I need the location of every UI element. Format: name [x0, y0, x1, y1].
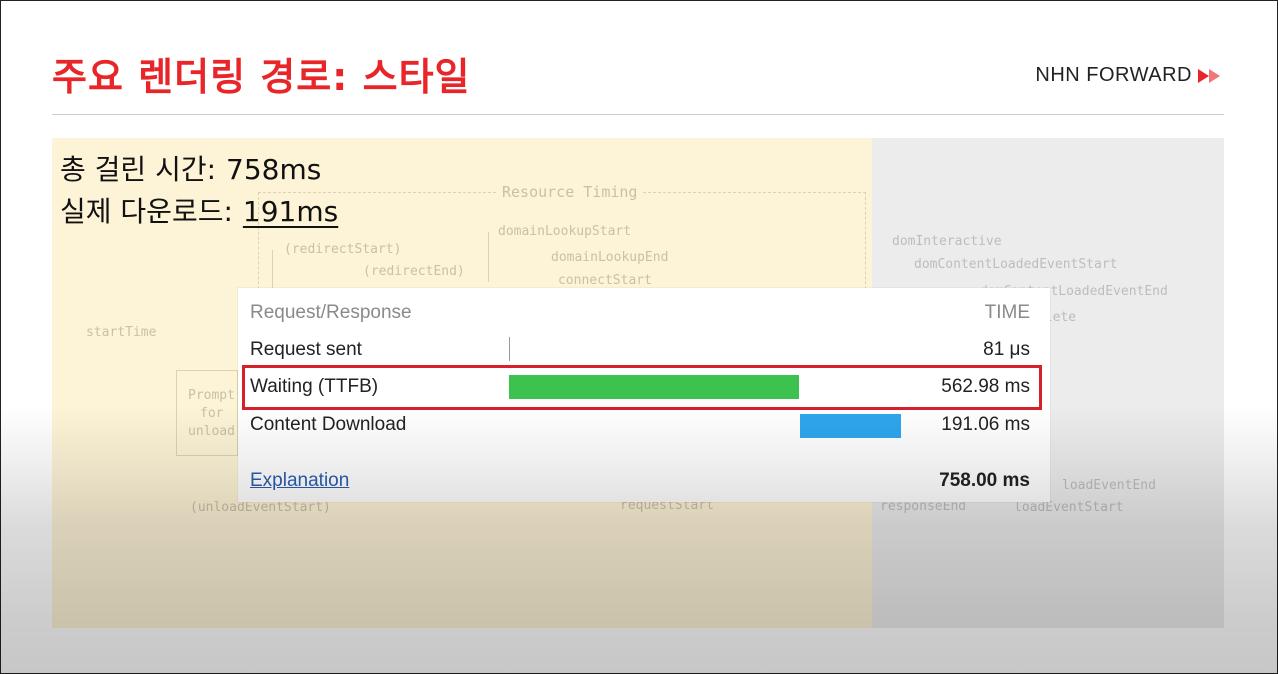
timing-row-value: 81 μs: [983, 339, 1030, 360]
request-sent-tick: [509, 337, 510, 361]
slide-title: 주요 렌더링 경로: 스타일: [52, 55, 471, 99]
double-play-arrow-icon: [1198, 68, 1224, 84]
unload-event-start-label: (unloadEventStart): [190, 500, 331, 515]
download-time-value: 191ms: [242, 195, 339, 228]
timing-row-value: 191.06 ms: [941, 414, 1030, 435]
total-time-label: 총 걸린 시간:: [60, 153, 217, 186]
timing-total-value: 758.00 ms: [939, 470, 1030, 491]
explanation-link[interactable]: Explanation: [250, 470, 349, 492]
redirect-line: [272, 250, 273, 290]
timing-row-content-download: Content Download 191.06 ms: [238, 414, 1050, 444]
load-event-end-label: loadEventEnd: [1062, 478, 1156, 493]
prompt-label-2: for: [200, 406, 224, 421]
content-download-bar: [800, 414, 901, 438]
prompt-label-1: Prompt: [188, 388, 235, 403]
load-event-start-label: loadEventStart: [1014, 500, 1124, 515]
timing-header-time: TIME: [984, 302, 1030, 323]
domain-lookup-end-label: domainLookupEnd: [551, 250, 669, 265]
download-time-label: 실제 다운로드:: [60, 195, 233, 228]
domain-lookup-start-label: domainLookupStart: [498, 224, 632, 239]
total-time-value: 758ms: [226, 153, 322, 186]
total-time-stat: 총 걸린 시간: 758ms: [60, 148, 321, 188]
request-timing-panel: Request/Response TIME Request sent 81 μs…: [238, 288, 1050, 502]
brand-name: NHN FORWARD: [1035, 64, 1192, 86]
dom-content-loaded-start-label: domContentLoadedEventStart: [914, 257, 1118, 272]
domain-line: [488, 232, 489, 282]
title-divider: [52, 114, 1224, 115]
timing-header-row: Request/Response TIME: [238, 302, 1050, 332]
redirect-start-label: (redirectStart): [284, 242, 402, 257]
ttfb-highlight-box: [242, 365, 1042, 410]
download-time-stat: 실제 다운로드: 191ms: [60, 190, 338, 230]
connect-start-label: connectStart: [558, 273, 652, 288]
resource-timing-label: Resource Timing: [498, 183, 642, 201]
brand-logo: NHN FORWARD: [1035, 64, 1224, 87]
redirect-end-label: (redirectEnd): [363, 264, 465, 279]
dom-interactive-label: domInteractive: [892, 234, 1002, 249]
start-time-label: startTime: [86, 325, 157, 340]
timing-footer-row: Explanation 758.00 ms: [238, 470, 1050, 500]
prompt-label-3: unload: [188, 424, 235, 439]
timing-row-label: Request sent: [250, 339, 362, 360]
timing-row-label: Content Download: [250, 414, 407, 435]
timing-header-label: Request/Response: [250, 302, 412, 323]
